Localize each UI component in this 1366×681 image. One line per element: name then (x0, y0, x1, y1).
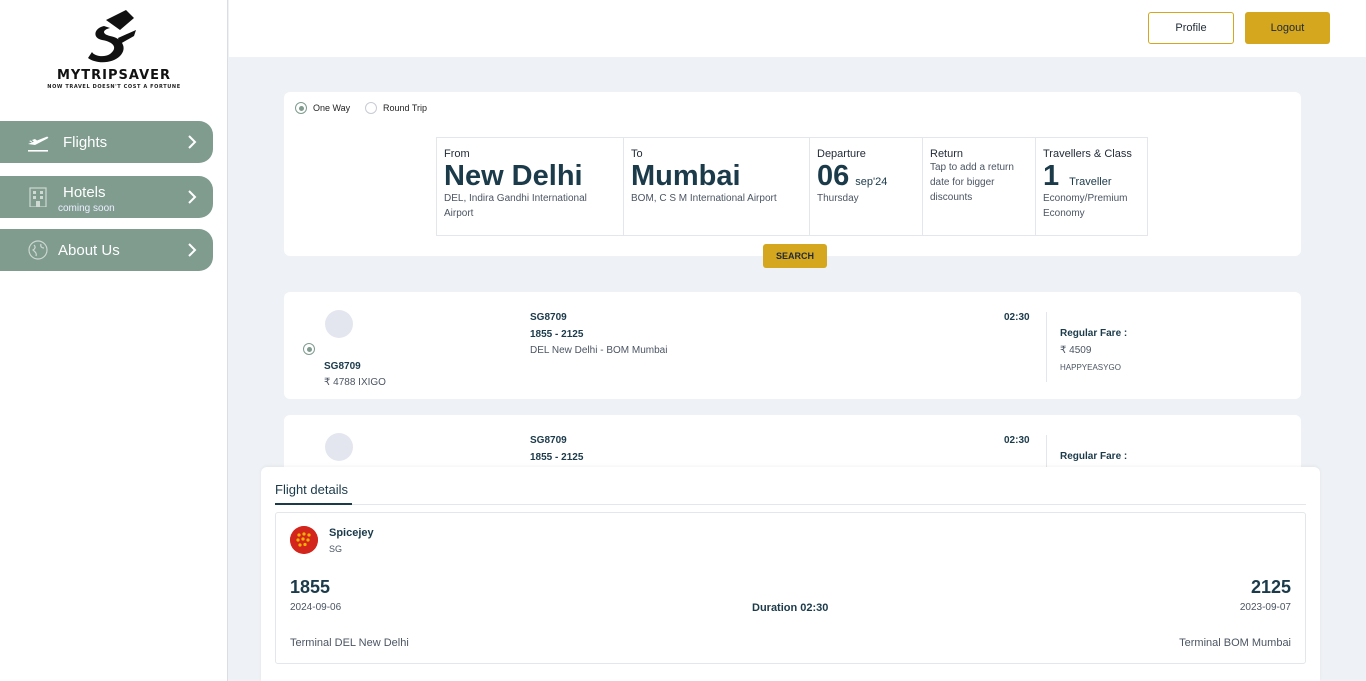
search-button[interactable]: SEARCH (763, 244, 827, 268)
departure-field[interactable]: Departure 06 sep'24 Thursday (810, 138, 923, 235)
trip-type-label: Round Trip (383, 103, 428, 113)
flight-details-panel: Flight details Spicejey SG 1855 2024-09-… (261, 467, 1320, 681)
departure-terminal: Terminal DEL New Delhi (290, 637, 409, 649)
brand-tagline: NOW TRAVEL DOESN'T COST A FORTUNE (47, 84, 181, 90)
radio-one-way[interactable] (295, 102, 307, 114)
flight-result[interactable]: SG8709 1855 - 2125 02:30 Regular Fare : (284, 415, 1301, 475)
travellers-count-row: 1 Traveller (1043, 160, 1140, 191)
airline-logo-placeholder (325, 310, 353, 338)
airline-name: Spicejey (329, 527, 374, 539)
flight-times: 1855 - 2125 (530, 452, 584, 463)
brand-logo[interactable]: MYTRIPSAVER NOW TRAVEL DOESN'T COST A FO… (36, 8, 192, 94)
tab-flight-details[interactable]: Flight details (275, 482, 352, 505)
search-fields: From New Delhi DEL, Indira Gandhi Intern… (436, 137, 1148, 236)
from-field[interactable]: From New Delhi DEL, Indira Gandhi Intern… (437, 138, 624, 235)
flight-price-left: ₹ 4788 IXIGO (324, 377, 386, 388)
departure-day: 06 (817, 160, 850, 192)
flight-duration: 02:30 (1004, 312, 1030, 323)
fare-price: ₹ 4509 (1060, 345, 1092, 356)
divider (1046, 312, 1047, 382)
logo-mark-icon (88, 10, 136, 63)
building-icon (29, 187, 47, 207)
details-tab-bar: Flight details (275, 482, 1306, 505)
return-hint: Tap to add a return date for bigger disc… (930, 162, 1014, 203)
chevron-right-icon (188, 190, 197, 204)
departure-time: 1855 (290, 577, 331, 597)
fare-label: Regular Fare : (1060, 328, 1128, 339)
sidebar-item-about-us[interactable]: About Us (0, 229, 213, 271)
travellers-field[interactable]: Travellers & Class 1 Traveller Economy/P… (1036, 138, 1147, 235)
sidebar: MYTRIPSAVER NOW TRAVEL DOESN'T COST A FO… (0, 0, 228, 681)
departure-label: Departure (817, 148, 866, 160)
profile-button[interactable]: Profile (1148, 12, 1234, 44)
departure-date: 2024-09-06 (290, 602, 342, 613)
brand-name: MYTRIPSAVER (56, 68, 172, 83)
sidebar-item-sublabel: coming soon (58, 203, 115, 214)
flight-code: SG8709 (530, 312, 567, 323)
globe-icon (28, 240, 48, 260)
return-label: Return (930, 148, 964, 160)
sidebar-item-flights[interactable]: Flights (0, 121, 213, 163)
sidebar-item-hotels[interactable]: Hotels coming soon (0, 176, 213, 218)
travellers-count: 1 (1043, 160, 1060, 192)
from-airport: DEL, Indira Gandhi International Airport (444, 193, 587, 219)
chevron-right-icon (188, 243, 197, 257)
arrival-time: 2125 (1250, 577, 1291, 597)
sidebar-item-label: Flights (63, 133, 108, 151)
search-card: One Way Round Trip From New Delhi DEL, I… (284, 92, 1301, 268)
travellers-label: Travellers & Class (1043, 148, 1132, 160)
to-field[interactable]: To Mumbai BOM, C S M International Airpo… (624, 138, 810, 235)
spicejet-logo-icon (290, 526, 318, 554)
from-label: From (444, 148, 470, 160)
return-field[interactable]: Return Tap to add a return date for bigg… (923, 138, 1036, 235)
fare-label: Regular Fare : (1060, 451, 1128, 462)
trip-type-round-trip[interactable]: Round Trip (365, 102, 427, 114)
logout-button[interactable]: Logout (1245, 12, 1330, 44)
arrival-terminal: Terminal BOM Mumbai (1179, 637, 1291, 649)
travel-class: Economy/Premium Economy (1043, 193, 1128, 219)
airplane-icon (28, 136, 49, 152)
from-city: New Delhi (444, 160, 583, 192)
arrival-date: 2023-09-07 (1239, 602, 1291, 613)
flight-times: 1855 - 2125 (530, 329, 584, 340)
flight-duration: 02:30 (1004, 435, 1030, 446)
to-city: Mumbai (631, 160, 741, 192)
flight-result[interactable]: SG8709 ₹ 4788 IXIGO SG8709 1855 - 2125 D… (284, 292, 1301, 399)
airline-code: SG (329, 544, 343, 554)
sidebar-item-label: About Us (58, 241, 120, 259)
airline-logo-placeholder (325, 433, 353, 461)
radio-round-trip[interactable] (365, 102, 377, 114)
flight-details-card: Spicejey SG 1855 2024-09-06 Duration 02:… (275, 512, 1306, 664)
flight-code-left: SG8709 (324, 361, 361, 372)
trip-type-label: One Way (313, 103, 351, 113)
sidebar-item-label: Hotels (63, 184, 106, 201)
flight-route: DEL New Delhi - BOM Mumbai (530, 345, 668, 356)
to-airport: BOM, C S M International Airport (631, 193, 777, 204)
coupon-code: HAPPYEASYGO (1060, 363, 1121, 372)
departure-month-year: sep'24 (855, 176, 888, 188)
trip-type-one-way[interactable]: One Way (295, 102, 350, 114)
result-select-radio[interactable] (303, 343, 315, 355)
flight-code: SG8709 (530, 435, 567, 446)
chevron-right-icon (188, 135, 197, 149)
flight-duration: Duration 02:30 (752, 602, 829, 614)
departure-date: 06 sep'24 (817, 160, 915, 191)
departure-weekday: Thursday (817, 193, 859, 204)
to-label: To (631, 148, 643, 160)
travellers-unit: Traveller (1069, 176, 1112, 188)
